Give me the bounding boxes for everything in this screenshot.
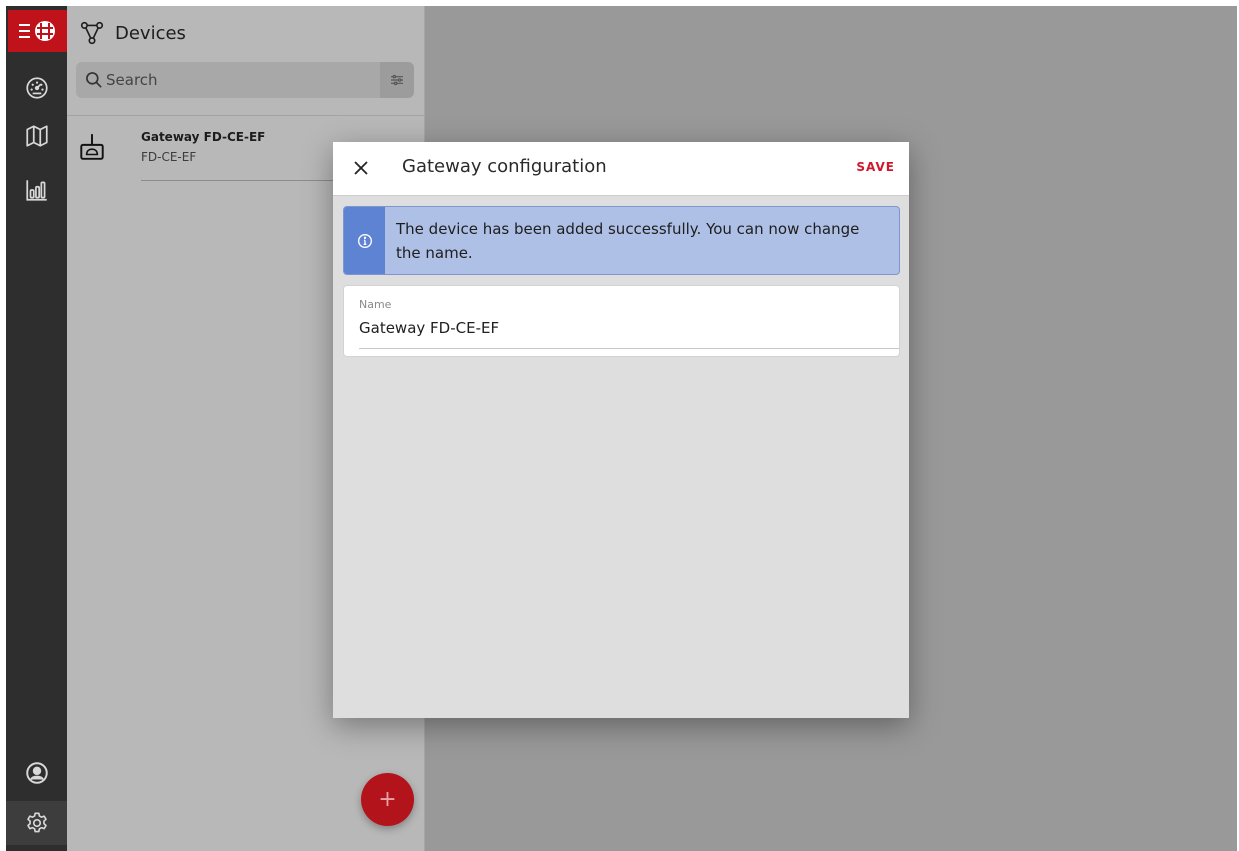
account-icon — [25, 762, 48, 784]
info-strip — [344, 207, 385, 274]
info-banner: The device has been added successfully. … — [343, 206, 900, 275]
nav-dashboard[interactable] — [6, 66, 67, 110]
device-id: FD-CE-EF — [141, 150, 197, 164]
settings-icon — [26, 812, 47, 833]
device-name: Gateway FD-CE-EF — [141, 130, 266, 144]
nav-map[interactable] — [6, 114, 67, 158]
close-icon — [354, 161, 368, 175]
name-input[interactable] — [359, 316, 879, 340]
search-bar — [76, 62, 414, 98]
panel-title: Devices — [115, 22, 186, 44]
info-message: The device has been added successfully. … — [396, 220, 860, 262]
charts-icon — [25, 180, 47, 201]
name-field: Name — [343, 285, 900, 357]
devices-network-icon — [80, 21, 104, 45]
nav-charts[interactable] — [6, 168, 67, 212]
gateway-configuration-dialog: Gateway configuration SAVE The device ha… — [333, 142, 909, 718]
dashboard-icon — [25, 77, 48, 99]
add-device-button[interactable]: + — [361, 773, 414, 826]
map-icon — [25, 125, 48, 147]
name-field-underline — [359, 348, 899, 349]
name-field-label: Name — [359, 298, 392, 311]
save-button[interactable]: SAVE — [856, 160, 895, 174]
search-input[interactable] — [106, 62, 366, 98]
dialog-header: Gateway configuration SAVE — [333, 142, 909, 196]
search-icon — [86, 72, 102, 88]
info-icon — [357, 233, 372, 248]
nav-account[interactable] — [6, 751, 67, 795]
panel-divider — [67, 115, 424, 116]
menu-logo-icon — [18, 21, 55, 41]
app-frame: Devices Gateway FD-CE-EF FD-CE-EF — [6, 6, 1237, 851]
close-button[interactable] — [349, 156, 373, 180]
gateway-icon — [80, 134, 104, 160]
nav-rail — [6, 6, 69, 851]
filter-sliders-icon — [391, 74, 403, 86]
dialog-title: Gateway configuration — [402, 156, 607, 177]
plus-icon: + — [378, 787, 397, 812]
filter-button[interactable] — [380, 62, 414, 98]
nav-settings[interactable] — [6, 801, 67, 845]
panel-header: Devices — [79, 18, 186, 48]
menu-logo-button[interactable] — [8, 10, 69, 52]
